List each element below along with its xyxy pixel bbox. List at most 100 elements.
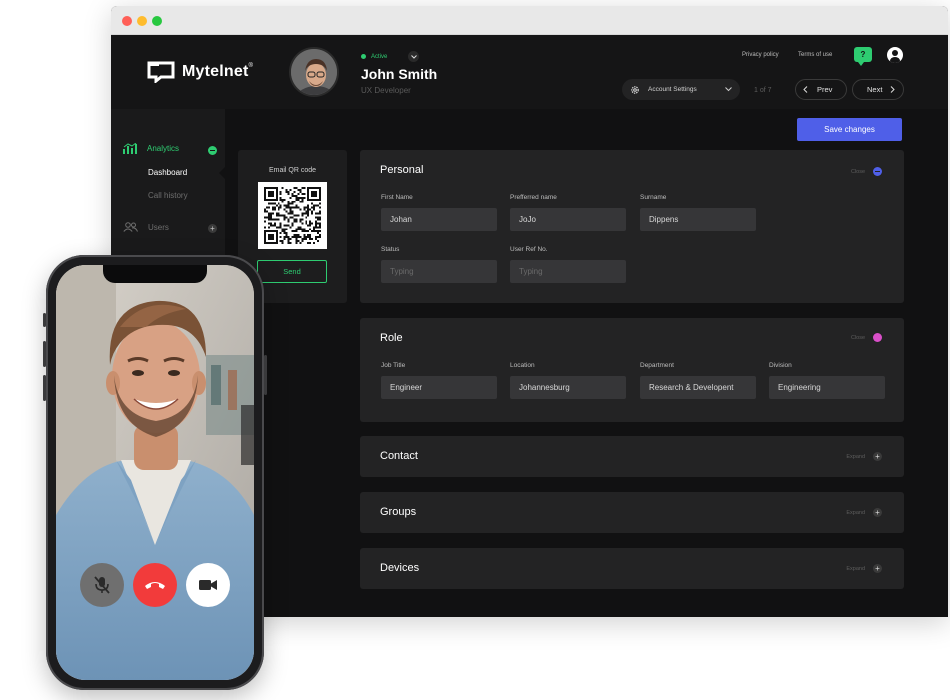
hang-up-button[interactable] — [133, 563, 177, 607]
location-field[interactable] — [510, 376, 626, 399]
next-button[interactable]: Next — [852, 79, 904, 100]
profile-icon[interactable] — [887, 47, 903, 63]
personal-close-toggle[interactable]: Close — [851, 167, 882, 176]
chevron-left-icon — [803, 86, 808, 93]
toggle-label: Expand — [846, 509, 865, 516]
status-label: Status — [381, 246, 400, 253]
status-field[interactable] — [381, 260, 497, 283]
collapse-analytics-icon[interactable] — [208, 146, 217, 155]
window-titlebar — [111, 6, 948, 35]
sidebar-item-call-history[interactable]: Call history — [148, 191, 188, 200]
brand-logo[interactable]: Mytelnet® — [147, 61, 253, 83]
division-field[interactable] — [769, 376, 885, 399]
sidebar-item-users[interactable]: Users — [123, 222, 169, 232]
collapse-icon — [873, 167, 882, 176]
expand-plus-icon: + — [873, 508, 882, 517]
privacy-policy-link[interactable]: Privacy policy — [742, 52, 779, 58]
next-label: Next — [867, 85, 883, 94]
role-close-toggle[interactable]: Close — [851, 333, 882, 342]
toggle-label: Close — [850, 334, 865, 341]
status-dropdown-chevron-down-icon[interactable] — [408, 51, 420, 62]
user-role: UX Developer — [361, 86, 411, 95]
chat-icon[interactable]: ? — [854, 47, 872, 66]
analytics-icon — [123, 143, 137, 154]
devices-section-title: Devices — [380, 562, 420, 574]
save-changes-button[interactable]: Save changes — [797, 118, 902, 141]
division-label: Division — [769, 362, 792, 369]
phone-volume-up — [43, 341, 46, 367]
qr-card-title: Email QR code — [268, 167, 317, 174]
send-qr-button[interactable]: Send — [257, 260, 327, 283]
sidebar-item-label: Users — [148, 222, 169, 232]
role-section: Role Close Job Title Location Department… — [360, 318, 904, 422]
prev-label: Prev — [817, 85, 833, 94]
maximize-window-icon[interactable] — [152, 16, 162, 26]
surname-label: Surname — [640, 194, 667, 201]
user-avatar[interactable] — [289, 47, 339, 97]
toggle-video-button[interactable] — [186, 563, 230, 607]
devices-section[interactable]: Devices Expand + — [360, 548, 904, 589]
phone-notch — [103, 265, 207, 283]
groups-expand-toggle[interactable]: Expand + — [846, 508, 882, 517]
presence-status: Active — [361, 51, 420, 62]
close-window-icon[interactable] — [122, 16, 132, 26]
groups-section-title: Groups — [380, 506, 417, 518]
phone-volume-down — [43, 375, 46, 401]
terms-of-use-link[interactable]: Terms of use — [798, 52, 832, 58]
brand-name: Mytelnet® — [182, 63, 254, 80]
preferred-name-label: Prefferred name — [510, 194, 557, 201]
qr-code-icon — [258, 182, 327, 249]
add-user-plus-icon[interactable]: + — [208, 224, 217, 233]
presence-status-text: Active — [371, 53, 388, 60]
video-camera-icon — [199, 580, 217, 590]
user-avatar-image — [291, 49, 337, 95]
preferred-name-field[interactable] — [510, 208, 626, 231]
sidebar-item-label: Analytics — [147, 144, 180, 153]
users-icon — [123, 222, 138, 232]
devices-expand-toggle[interactable]: Expand + — [846, 564, 882, 573]
mute-mic-icon — [94, 576, 110, 594]
department-label: Department — [640, 362, 674, 369]
groups-section[interactable]: Groups Expand + — [360, 492, 904, 533]
user-name: John Smith — [361, 66, 438, 82]
contact-expand-toggle[interactable]: Expand + — [846, 452, 882, 461]
toggle-label: Close — [850, 168, 865, 175]
user-ref-label: User Ref No. — [510, 246, 548, 253]
composition: Mytelnet® Active John Smith UX Developer… — [0, 0, 950, 700]
chevron-right-icon — [891, 86, 896, 93]
video-call-screen — [56, 265, 254, 680]
sidebar-item-dashboard[interactable]: Dashboard — [148, 168, 187, 177]
personal-section-title: Personal — [380, 164, 424, 176]
contact-section[interactable]: Contact Expand + — [360, 436, 904, 477]
toggle-label: Expand — [846, 565, 865, 572]
sidebar-item-analytics[interactable]: Analytics — [123, 143, 179, 154]
phone-silent-switch — [43, 313, 46, 327]
phone-power-button — [264, 355, 267, 395]
job-title-label: Job Title — [381, 362, 406, 369]
account-settings-label: Account Settings — [648, 86, 697, 93]
active-item-indicator — [219, 167, 225, 179]
collapse-icon — [873, 333, 882, 342]
logo-mark-icon — [147, 61, 175, 83]
contact-section-title: Contact — [380, 450, 418, 462]
account-settings-dropdown[interactable]: Account Settings — [622, 79, 740, 100]
user-ref-field[interactable] — [510, 260, 626, 283]
first-name-field[interactable] — [381, 208, 497, 231]
expand-plus-icon: + — [873, 452, 882, 461]
job-title-field[interactable] — [381, 376, 497, 399]
personal-section: Personal Close First Name Prefferred nam… — [360, 150, 904, 303]
presence-dot-icon — [361, 54, 366, 59]
location-label: Location — [510, 362, 535, 369]
role-section-title: Role — [380, 332, 403, 344]
hang-up-icon — [145, 582, 165, 589]
prev-button[interactable]: Prev — [795, 79, 847, 100]
gear-icon — [631, 85, 639, 94]
department-field[interactable] — [640, 376, 756, 399]
mute-microphone-button[interactable] — [80, 563, 124, 607]
expand-plus-icon: + — [873, 564, 882, 573]
toggle-label: Expand — [846, 453, 865, 460]
minimize-window-icon[interactable] — [137, 16, 147, 26]
page-count: 1 of 7 — [754, 87, 772, 94]
chevron-down-icon — [725, 87, 732, 92]
surname-field[interactable] — [640, 208, 756, 231]
